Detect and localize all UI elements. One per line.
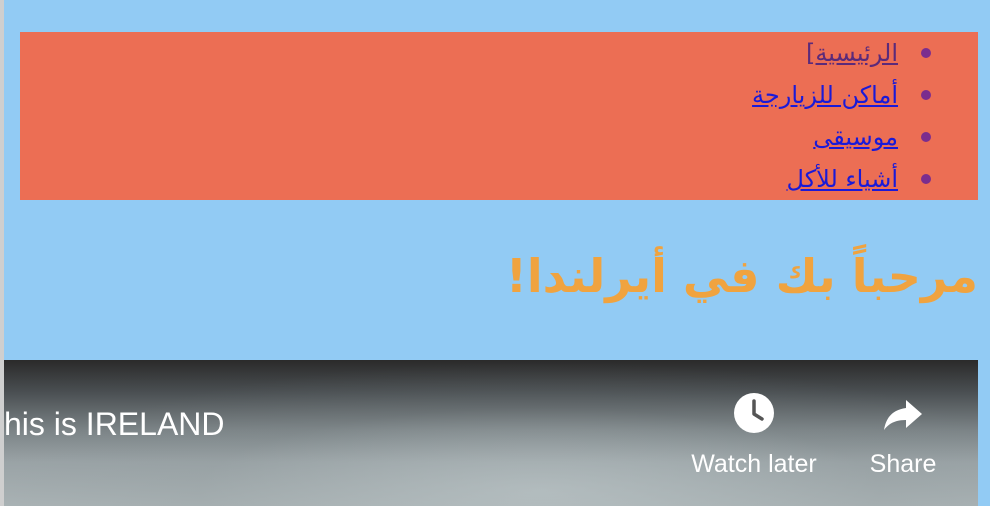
share-label: Share xyxy=(869,450,937,478)
nav-item-home: الرئيسية] xyxy=(806,32,931,74)
watch-later-label: Watch later xyxy=(691,450,817,478)
nav-item-food: أشياء للأكل xyxy=(787,158,931,200)
page-title: مرحباً بك في أيرلندا! xyxy=(505,249,978,303)
bullet-icon xyxy=(921,132,931,142)
page: الرئيسية] أماكن للزيارجة موسيقى أشياء لل… xyxy=(0,0,990,506)
nav-link-home[interactable]: الرئيسية] xyxy=(806,39,898,67)
bullet-icon xyxy=(921,90,931,100)
nav-menu: الرئيسية] أماكن للزيارجة موسيقى أشياء لل… xyxy=(20,32,978,200)
nav-item-music: موسيقى xyxy=(813,116,931,158)
bullet-icon xyxy=(921,174,931,184)
nav-item-places: أماكن للزيارجة xyxy=(752,74,931,116)
nav-link-music[interactable]: موسيقى xyxy=(813,123,898,151)
clock-icon xyxy=(734,393,774,433)
video-player[interactable]: his is IRELAND Watch later Share xyxy=(4,360,978,506)
share-button[interactable]: Share xyxy=(858,390,948,479)
video-title[interactable]: his is IRELAND xyxy=(4,404,225,444)
nav-link-places[interactable]: أماكن للزيارجة xyxy=(752,81,898,109)
nav-link-food[interactable]: أشياء للأكل xyxy=(787,165,898,193)
share-arrow-icon xyxy=(884,400,922,430)
bullet-icon xyxy=(921,48,931,58)
watch-later-button[interactable]: Watch later xyxy=(680,390,828,479)
